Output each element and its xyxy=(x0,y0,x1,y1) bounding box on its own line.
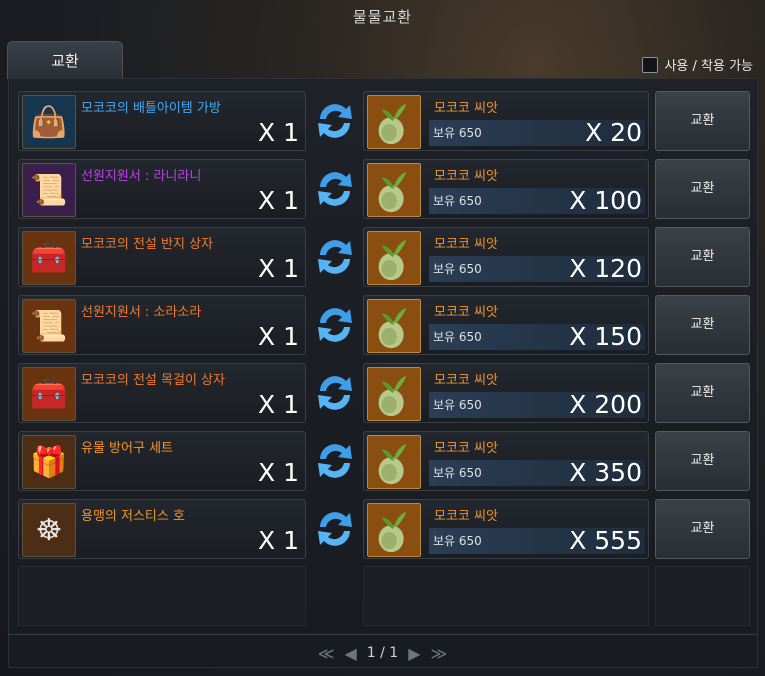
mokoko-seed-icon xyxy=(367,231,421,285)
divider xyxy=(8,634,758,635)
treasure-chest-icon: 🎁 xyxy=(22,435,76,489)
chest-icon: 🧰 xyxy=(22,367,76,421)
exchange-button[interactable]: 교환 xyxy=(655,227,750,287)
prev-page-button[interactable]: ◀ xyxy=(344,644,356,663)
exchange-button[interactable]: 교환 xyxy=(655,295,750,355)
cost-item-name: 모코코 씨앗 xyxy=(434,509,498,524)
cost-item-slot[interactable]: 모코코 씨앗 보유 650 X 200 xyxy=(363,363,649,423)
exchange-arrows-icon xyxy=(318,104,352,138)
reward-quantity: X 1 xyxy=(258,390,299,419)
reward-item-name: 선원지원서 : 라니라니 xyxy=(81,169,202,184)
mokoko-seed-icon xyxy=(367,367,421,421)
reward-quantity: X 1 xyxy=(258,118,299,147)
next-page-button[interactable]: ▶ xyxy=(408,644,420,663)
exchange-row: 👜 모코코의 배틀아이템 가방 X 1 모코코 씨앗 보유 650 X 20 교… xyxy=(18,91,750,151)
reward-item-slot[interactable]: 🧰 모코코의 전설 목걸이 상자 X 1 xyxy=(18,363,306,423)
mokoko-seed-icon xyxy=(367,435,421,489)
exchange-row: ☸ 용맹의 저스티스 호 X 1 모코코 씨앗 보유 650 X 555 교환 xyxy=(18,499,750,559)
exchange-arrows-icon xyxy=(318,376,352,410)
exchange-row: 🎁 유물 방어구 세트 X 1 모코코 씨앗 보유 650 X 350 교환 xyxy=(18,431,750,491)
reward-quantity: X 1 xyxy=(258,186,299,215)
scroll-icon: 📜 xyxy=(22,299,76,353)
mokoko-seed-icon xyxy=(367,163,421,217)
exchange-button[interactable]: 교환 xyxy=(655,431,750,491)
exchange-row: 🧰 모코코의 전설 목걸이 상자 X 1 모코코 씨앗 보유 650 X 200… xyxy=(18,363,750,423)
reward-quantity: X 1 xyxy=(258,322,299,351)
bag-icon: 👜 xyxy=(22,95,76,149)
empty-row xyxy=(18,566,750,626)
mokoko-seed-icon xyxy=(367,299,421,353)
cost-item-name: 모코코 씨앗 xyxy=(434,169,498,184)
cost-quantity: X 555 xyxy=(569,526,642,555)
cost-item-name: 모코코 씨앗 xyxy=(434,305,498,320)
reward-quantity: X 1 xyxy=(258,526,299,555)
reward-item-name: 선원지원서 : 소라소라 xyxy=(81,305,202,320)
exchange-button[interactable]: 교환 xyxy=(655,363,750,423)
tab-exchange[interactable]: 교환 xyxy=(7,41,123,79)
last-page-button[interactable]: ≫ xyxy=(431,644,448,663)
exchange-arrows-icon xyxy=(318,512,352,546)
usable-filter[interactable]: 사용 / 착용 가능 xyxy=(642,55,753,74)
cost-item-name: 모코코 씨앗 xyxy=(434,101,498,116)
exchange-arrows-icon xyxy=(318,308,352,342)
page-indicator: 1 / 1 xyxy=(366,645,399,661)
usable-checkbox[interactable] xyxy=(642,56,659,73)
cost-item-name: 모코코 씨앗 xyxy=(434,441,498,456)
reward-item-name: 용맹의 저스티스 호 xyxy=(81,509,185,524)
cost-item-name: 모코코 씨앗 xyxy=(434,373,498,388)
mokoko-seed-icon xyxy=(367,95,421,149)
cost-item-slot[interactable]: 모코코 씨앗 보유 650 X 20 xyxy=(363,91,649,151)
cost-item-name: 모코코 씨앗 xyxy=(434,237,498,252)
scroll-icon: 📜 xyxy=(22,163,76,217)
reward-item-slot[interactable]: ☸ 용맹의 저스티스 호 X 1 xyxy=(18,499,306,559)
chest-icon: 🧰 xyxy=(22,231,76,285)
cost-item-slot[interactable]: 모코코 씨앗 보유 650 X 150 xyxy=(363,295,649,355)
reward-quantity: X 1 xyxy=(258,254,299,283)
cost-item-slot[interactable]: 모코코 씨앗 보유 650 X 350 xyxy=(363,431,649,491)
reward-item-name: 모코코의 전설 목걸이 상자 xyxy=(81,373,225,388)
reward-item-slot[interactable]: 🎁 유물 방어구 세트 X 1 xyxy=(18,431,306,491)
reward-item-slot[interactable]: 🧰 모코코의 전설 반지 상자 X 1 xyxy=(18,227,306,287)
exchange-arrows-icon xyxy=(318,444,352,478)
usable-filter-label: 사용 / 착용 가능 xyxy=(664,59,753,74)
reward-item-name: 모코코의 배틀아이템 가방 xyxy=(81,101,221,116)
mokoko-seed-icon xyxy=(367,503,421,557)
cost-quantity: X 200 xyxy=(569,390,642,419)
cost-item-slot[interactable]: 모코코 씨앗 보유 650 X 120 xyxy=(363,227,649,287)
cost-item-slot[interactable]: 모코코 씨앗 보유 650 X 555 xyxy=(363,499,649,559)
reward-item-name: 모코코의 전설 반지 상자 xyxy=(81,237,213,252)
reward-item-name: 유물 방어구 세트 xyxy=(81,441,173,456)
exchange-row: 📜 선원지원서 : 라니라니 X 1 모코코 씨앗 보유 650 X 100 교… xyxy=(18,159,750,219)
cost-item-slot[interactable]: 모코코 씨앗 보유 650 X 100 xyxy=(363,159,649,219)
pagination: ≪ ◀ 1 / 1 ▶ ≫ xyxy=(0,640,765,666)
exchange-button[interactable]: 교환 xyxy=(655,159,750,219)
exchange-button[interactable]: 교환 xyxy=(655,499,750,559)
reward-item-slot[interactable]: 📜 선원지원서 : 소라소라 X 1 xyxy=(18,295,306,355)
exchange-row: 🧰 모코코의 전설 반지 상자 X 1 모코코 씨앗 보유 650 X 120 … xyxy=(18,227,750,287)
reward-item-slot[interactable]: 📜 선원지원서 : 라니라니 X 1 xyxy=(18,159,306,219)
cost-quantity: X 350 xyxy=(569,458,642,487)
reward-quantity: X 1 xyxy=(258,458,299,487)
exchange-arrows-icon xyxy=(318,240,352,274)
exchange-row: 📜 선원지원서 : 소라소라 X 1 모코코 씨앗 보유 650 X 150 교… xyxy=(18,295,750,355)
cost-quantity: X 20 xyxy=(585,118,642,147)
reward-item-slot[interactable]: 👜 모코코의 배틀아이템 가방 X 1 xyxy=(18,91,306,151)
cost-quantity: X 120 xyxy=(569,254,642,283)
cost-quantity: X 100 xyxy=(569,186,642,215)
exchange-window: 물물교환 교환 사용 / 착용 가능 👜 모코코의 배틀아이템 가방 X 1 모… xyxy=(0,0,765,676)
exchange-button[interactable]: 교환 xyxy=(655,91,750,151)
ship-wheel-icon: ☸ xyxy=(22,503,76,557)
first-page-button[interactable]: ≪ xyxy=(318,644,335,663)
cost-quantity: X 150 xyxy=(569,322,642,351)
exchange-arrows-icon xyxy=(318,172,352,206)
window-title: 물물교환 xyxy=(352,8,413,26)
